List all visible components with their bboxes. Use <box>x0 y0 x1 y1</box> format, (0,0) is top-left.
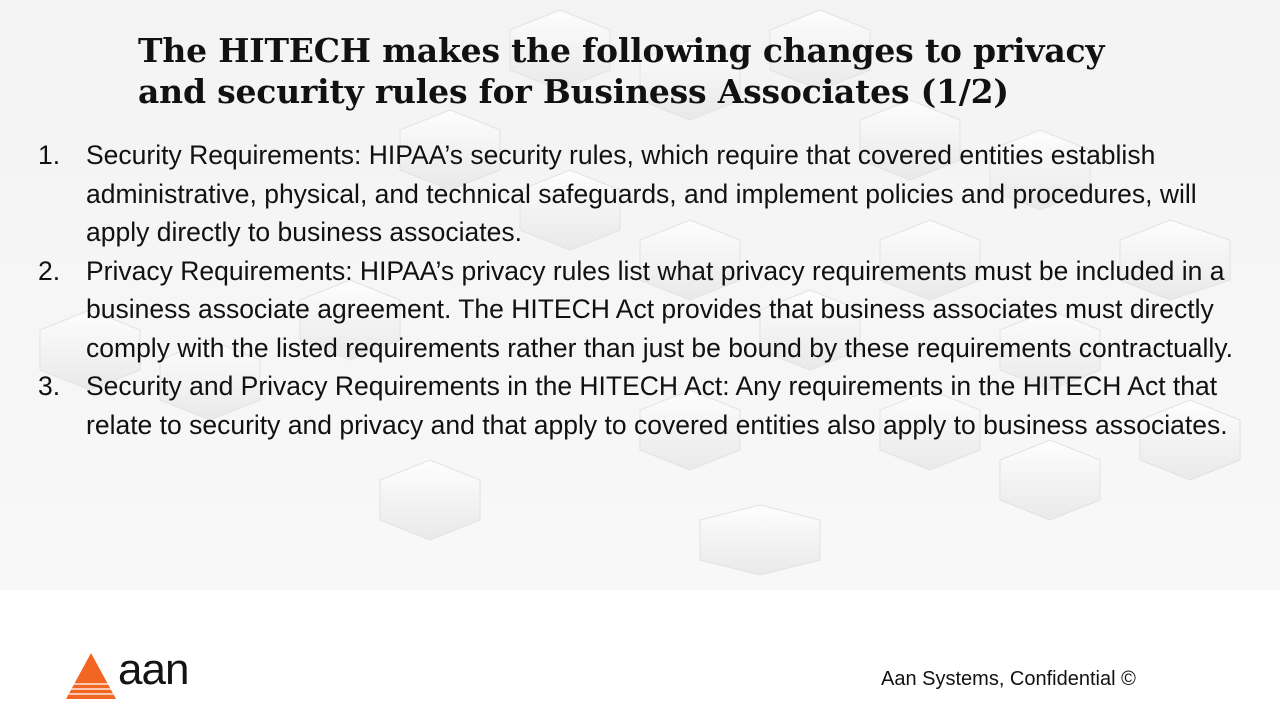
confidential-notice: Aan Systems, Confidential © <box>881 668 1136 690</box>
list-item: 3. Security and Privacy Requirements in … <box>38 367 1238 444</box>
item-number: 3. <box>38 371 61 401</box>
item-text: Security Requirements: HIPAA’s security … <box>86 140 1197 247</box>
logo-wordmark: aan <box>118 645 189 694</box>
slide: The HITECH makes the following changes t… <box>0 0 1280 720</box>
item-text: Security and Privacy Requirements in the… <box>86 371 1228 440</box>
slide-title: The HITECH makes the following changes t… <box>138 30 1138 112</box>
item-number: 2. <box>38 255 61 286</box>
title-line-2: and security rules for Business Associat… <box>138 72 1009 111</box>
aan-logo: aan <box>66 645 206 701</box>
list-item: 2. Privacy Requirements: HIPAA’s privacy… <box>38 252 1238 368</box>
list-item: 1. Security Requirements: HIPAA’s securi… <box>38 136 1238 252</box>
item-text: Privacy Requirements: HIPAA’s privacy ru… <box>86 255 1233 363</box>
item-number: 1. <box>38 140 61 170</box>
title-line-1: The HITECH makes the following changes t… <box>138 31 1105 70</box>
triangle-logo-icon <box>66 653 116 699</box>
requirements-list: 1. Security Requirements: HIPAA’s securi… <box>38 136 1238 444</box>
